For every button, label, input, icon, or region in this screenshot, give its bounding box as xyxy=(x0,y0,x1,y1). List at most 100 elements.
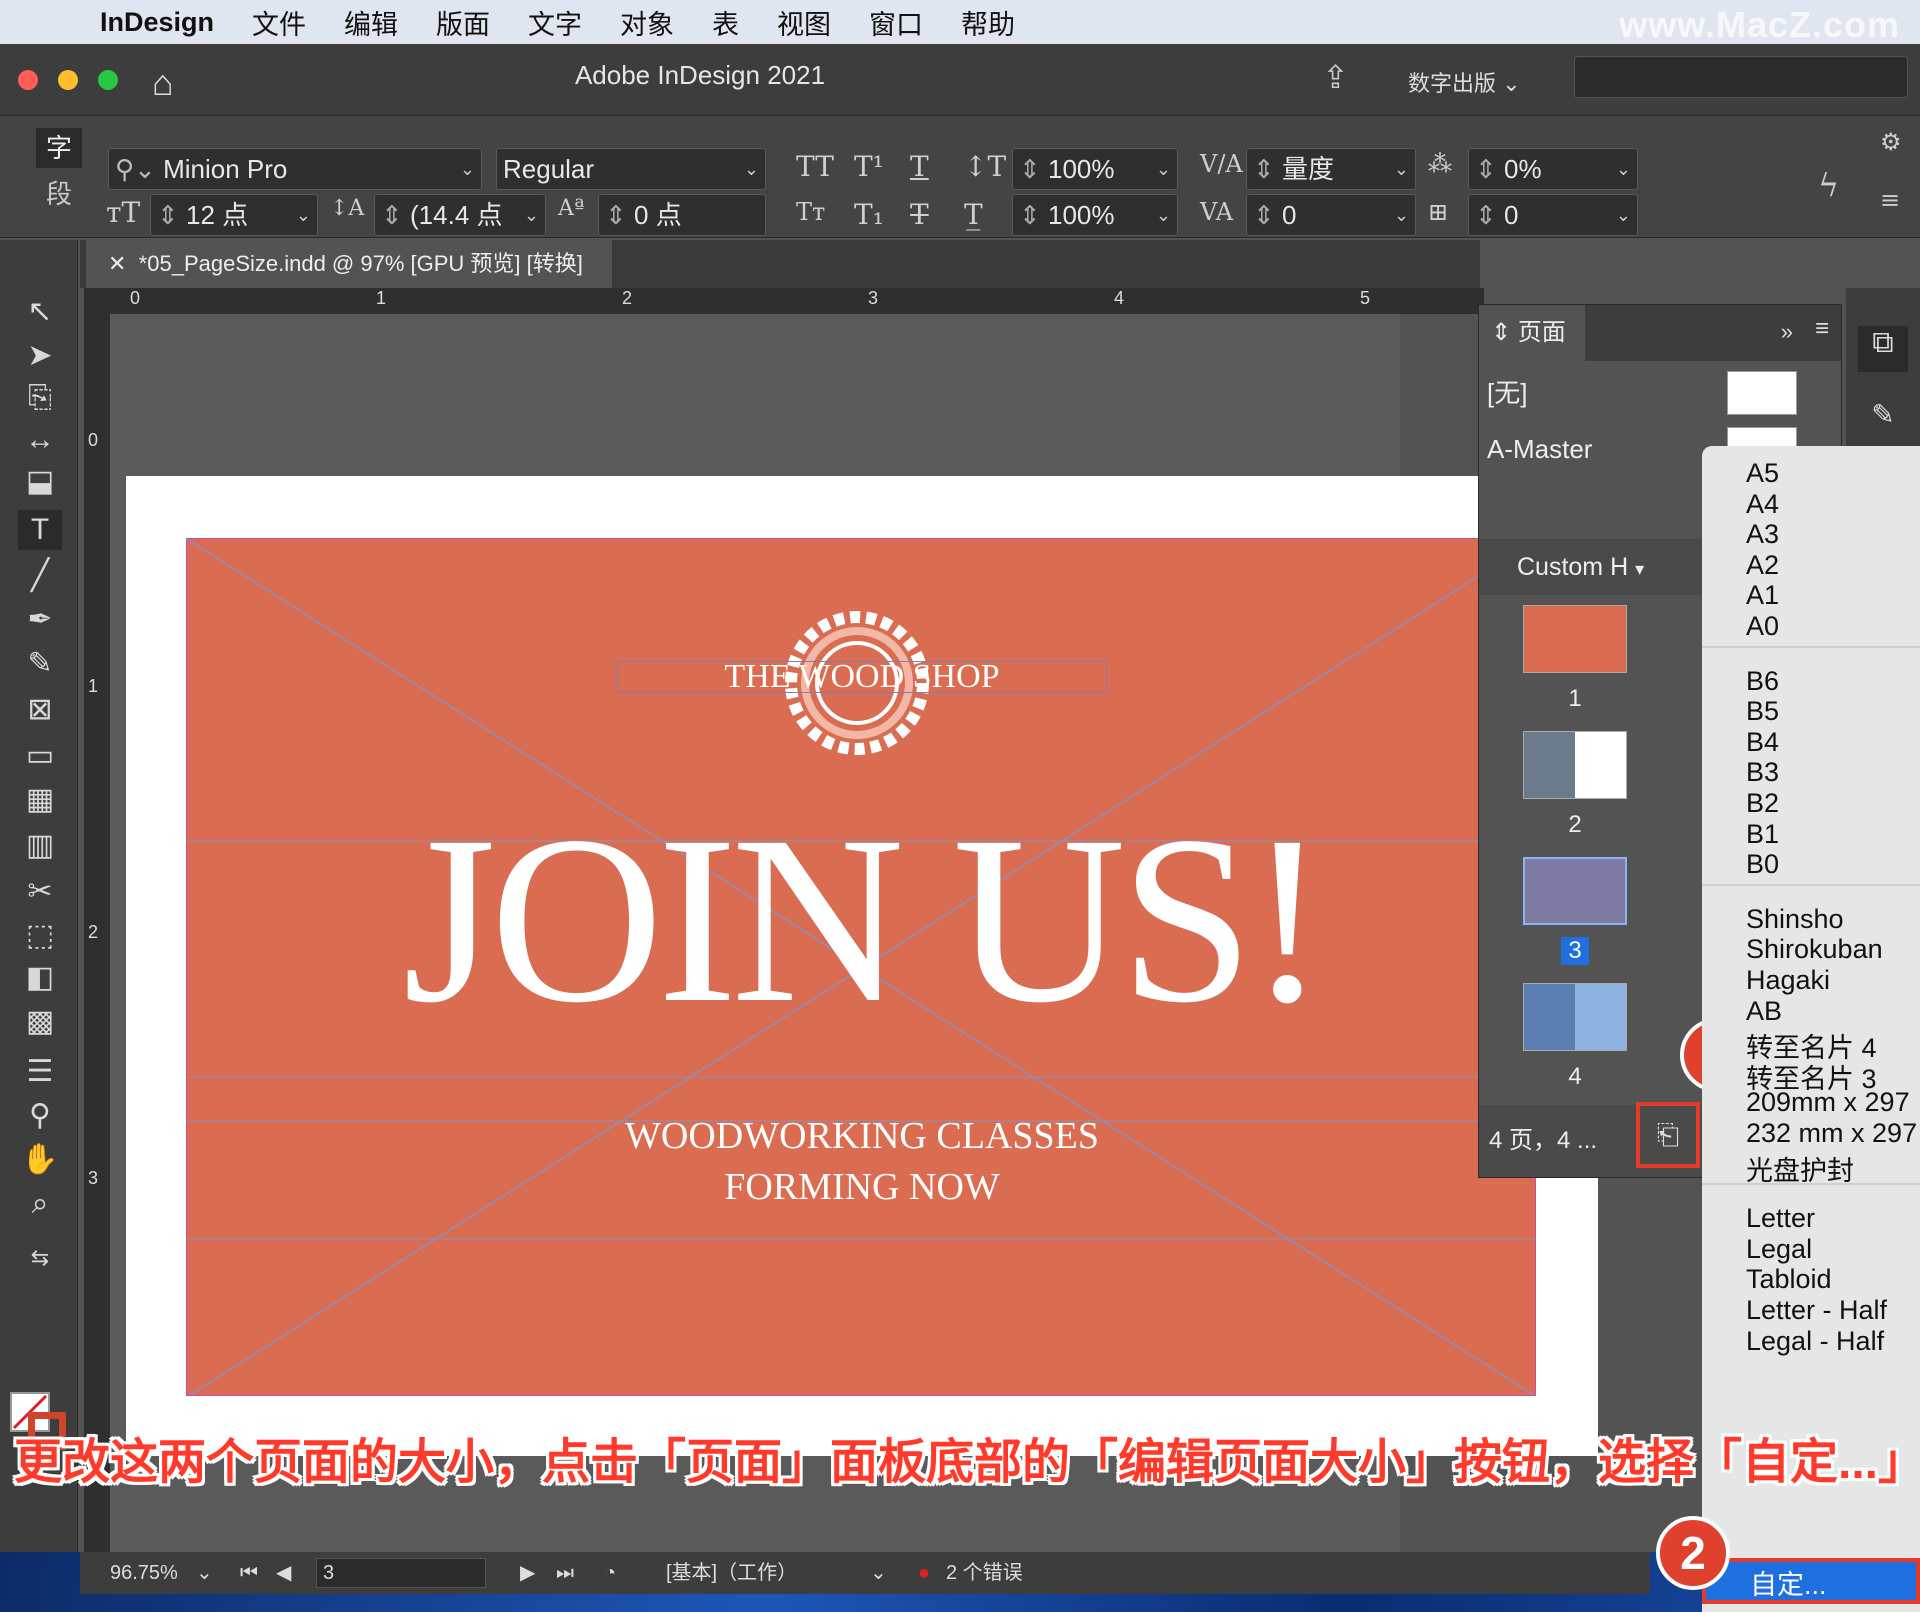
tsume-field[interactable]: ⇕ 0% ⌄ xyxy=(1468,148,1638,190)
lightning-icon[interactable]: ϟ xyxy=(1818,166,1839,204)
menu-icon[interactable]: ≡ xyxy=(1880,186,1900,214)
close-icon[interactable]: ✕ xyxy=(108,251,139,276)
page-size-option[interactable]: Tabloid xyxy=(1746,1264,1832,1295)
page-size-option[interactable]: B5 xyxy=(1746,696,1779,727)
menu-object[interactable]: 对象 xyxy=(620,3,674,42)
master-none[interactable]: [无] xyxy=(1479,365,1841,421)
headline-text[interactable]: JOIN US! xyxy=(187,799,1535,1039)
custom-size-option[interactable]: 自定... xyxy=(1702,1558,1920,1604)
page-size-option[interactable]: 光盘护封 xyxy=(1746,1149,1854,1188)
next-page-icon[interactable]: ▶ xyxy=(520,1552,535,1594)
search-input[interactable] xyxy=(1574,56,1908,98)
eyedropper-tool-icon[interactable]: ⚲ xyxy=(18,1096,62,1136)
page-size-option[interactable]: A4 xyxy=(1746,489,1779,520)
gap-tool-icon[interactable]: ↔ xyxy=(18,420,62,460)
selection-tool-icon[interactable]: ↖ xyxy=(18,292,62,332)
page-size-option[interactable]: Letter - Half xyxy=(1746,1295,1887,1326)
last-page-icon[interactable]: ⏭ xyxy=(556,1552,574,1594)
shop-name-text[interactable]: THE WOOD SHOP xyxy=(617,660,1107,694)
content-collector-icon[interactable]: ⬓ xyxy=(18,462,62,502)
strikethrough-icon[interactable]: T xyxy=(910,198,929,231)
page-size-option[interactable]: Letter xyxy=(1746,1203,1815,1234)
paragraph-mode-button[interactable]: 段 xyxy=(36,174,82,214)
page-size-option[interactable]: A5 xyxy=(1746,458,1779,489)
page-size-option[interactable]: B6 xyxy=(1746,666,1779,697)
first-page-icon[interactable]: ⏮ xyxy=(240,1552,258,1594)
scissors-tool-icon[interactable]: ✂ xyxy=(18,872,62,912)
page-size-option[interactable]: Hagaki xyxy=(1746,965,1830,996)
line-tool-icon[interactable]: ╱ xyxy=(18,556,62,596)
page-size-option[interactable]: 209mm x 297 xyxy=(1746,1087,1910,1118)
rectangle-tool-icon[interactable]: ▭ xyxy=(18,736,62,776)
vertical-ruler[interactable]: 0 1 2 3 xyxy=(84,314,110,1556)
page-size-option[interactable]: A0 xyxy=(1746,611,1779,642)
poster-artwork[interactable]: THE WOOD SHOP JOIN US! WOODWORKING CLASS… xyxy=(186,538,1536,1396)
menu-view[interactable]: 视图 xyxy=(777,3,831,42)
document-tab[interactable]: ✕ *05_PageSize.indd @ 97% [GPU 预览] [转换] xyxy=(86,240,612,288)
chevron-down-icon[interactable]: ⌄ xyxy=(196,1552,213,1594)
type-tool-icon[interactable]: T xyxy=(18,510,62,550)
page-size-option[interactable]: B1 xyxy=(1746,819,1779,850)
pencil-tool-icon[interactable]: ✎ xyxy=(18,644,62,684)
font-size-field[interactable]: ⇕ 12 点 ⌄ xyxy=(150,194,318,236)
zoom-level[interactable]: 96.75% xyxy=(110,1552,178,1594)
menu-app[interactable]: InDesign xyxy=(100,7,214,38)
preflight-profile[interactable]: [基本]（工作） xyxy=(666,1552,797,1594)
menu-edit[interactable]: 编辑 xyxy=(344,3,398,42)
page-size-option[interactable]: Shirokuban xyxy=(1746,934,1883,965)
small-caps-icon[interactable]: Tт xyxy=(796,198,825,226)
page-size-option[interactable]: B2 xyxy=(1746,788,1779,819)
menu-window[interactable]: 窗口 xyxy=(869,3,923,42)
page-thumbnail-1[interactable] xyxy=(1523,605,1627,673)
grid-count-field[interactable]: ⇕ 0 ⌄ xyxy=(1468,194,1638,236)
character-mode-button[interactable]: 字 xyxy=(36,128,82,168)
menu-layout[interactable]: 版面 xyxy=(436,3,490,42)
error-count[interactable]: 2 个错误 xyxy=(946,1552,1023,1594)
page-size-option[interactable]: B3 xyxy=(1746,757,1779,788)
page-size-option[interactable]: B0 xyxy=(1746,849,1779,880)
leading-field[interactable]: ⇕ (14.4 点 ⌄ xyxy=(374,194,546,236)
vertical-scale-field[interactable]: ⇕ 100% ⌄ xyxy=(1012,148,1178,190)
pages-panel-tab[interactable]: ⇕ 页面 xyxy=(1479,305,1585,361)
subtitle-line-1[interactable]: WOODWORKING CLASSES xyxy=(187,1114,1535,1158)
page-thumbnail-4[interactable] xyxy=(1523,983,1627,1051)
workspace-switcher[interactable]: 数字出版 ⌄ xyxy=(1408,66,1521,98)
free-transform-tool-icon[interactable]: ⬚ xyxy=(18,916,62,956)
page-size-option[interactable]: A2 xyxy=(1746,550,1779,581)
menu-table[interactable]: 表 xyxy=(712,3,739,42)
page-size-option[interactable]: Shinsho xyxy=(1746,904,1844,935)
gradient-swatch-tool-icon[interactable]: ◧ xyxy=(18,958,62,998)
preflight-icon[interactable]: ◔ xyxy=(604,1552,616,1594)
baseline-shift-field[interactable]: ⇕ 0 点 xyxy=(598,194,766,236)
font-style-select[interactable]: Regular ⌄ xyxy=(496,148,766,190)
subtitle-line-2[interactable]: FORMING NOW xyxy=(187,1165,1535,1209)
pages-panel-icon[interactable]: ⧉ xyxy=(1858,326,1908,372)
previous-page-icon[interactable]: ◀ xyxy=(276,1552,291,1594)
page-size-option[interactable]: A3 xyxy=(1746,519,1779,550)
page-thumbnail-2[interactable] xyxy=(1523,731,1627,799)
gradient-feather-tool-icon[interactable]: ▩ xyxy=(18,1002,62,1042)
page-size-option[interactable]: Legal - Half xyxy=(1746,1326,1884,1357)
chevron-down-icon[interactable]: ⌄ xyxy=(870,1552,887,1594)
hand-tool-icon[interactable]: ✋ xyxy=(18,1140,62,1180)
menu-file[interactable]: 文件 xyxy=(252,3,306,42)
page-size-option[interactable]: AB xyxy=(1746,996,1782,1027)
font-family-select[interactable]: ⚲⌄ Minion Pro ⌄ xyxy=(108,148,482,190)
page-tool-icon[interactable]: ⎘ xyxy=(18,378,62,418)
all-caps-icon[interactable]: TT xyxy=(796,150,834,183)
table-tool-icon[interactable]: ▦ xyxy=(18,780,62,820)
horizontal-ruler[interactable]: 0 1 2 3 4 5 xyxy=(84,288,1484,314)
cc-libraries-icon[interactable]: ✎ xyxy=(1858,398,1908,444)
page-size-option[interactable]: A1 xyxy=(1746,580,1779,611)
rectangle-frame-tool-icon[interactable]: ⊠ xyxy=(18,690,62,730)
panel-menu-icon[interactable]: ≡ xyxy=(1815,315,1829,343)
page-thumbnail-3[interactable] xyxy=(1523,857,1627,925)
note-tool-icon[interactable]: ☰ xyxy=(18,1052,62,1092)
subscript-icon[interactable]: T₁ xyxy=(854,198,884,231)
swap-fill-stroke-icon[interactable]: ⇆ xyxy=(18,1238,62,1278)
page-number-field[interactable]: 3 xyxy=(316,1558,486,1588)
share-icon[interactable]: ⇪ xyxy=(1322,58,1349,96)
gear-icon[interactable]: ⚙ xyxy=(1880,128,1902,156)
grid-tool-icon[interactable]: ▥ xyxy=(18,826,62,866)
pen-tool-icon[interactable]: ✒ xyxy=(18,600,62,640)
